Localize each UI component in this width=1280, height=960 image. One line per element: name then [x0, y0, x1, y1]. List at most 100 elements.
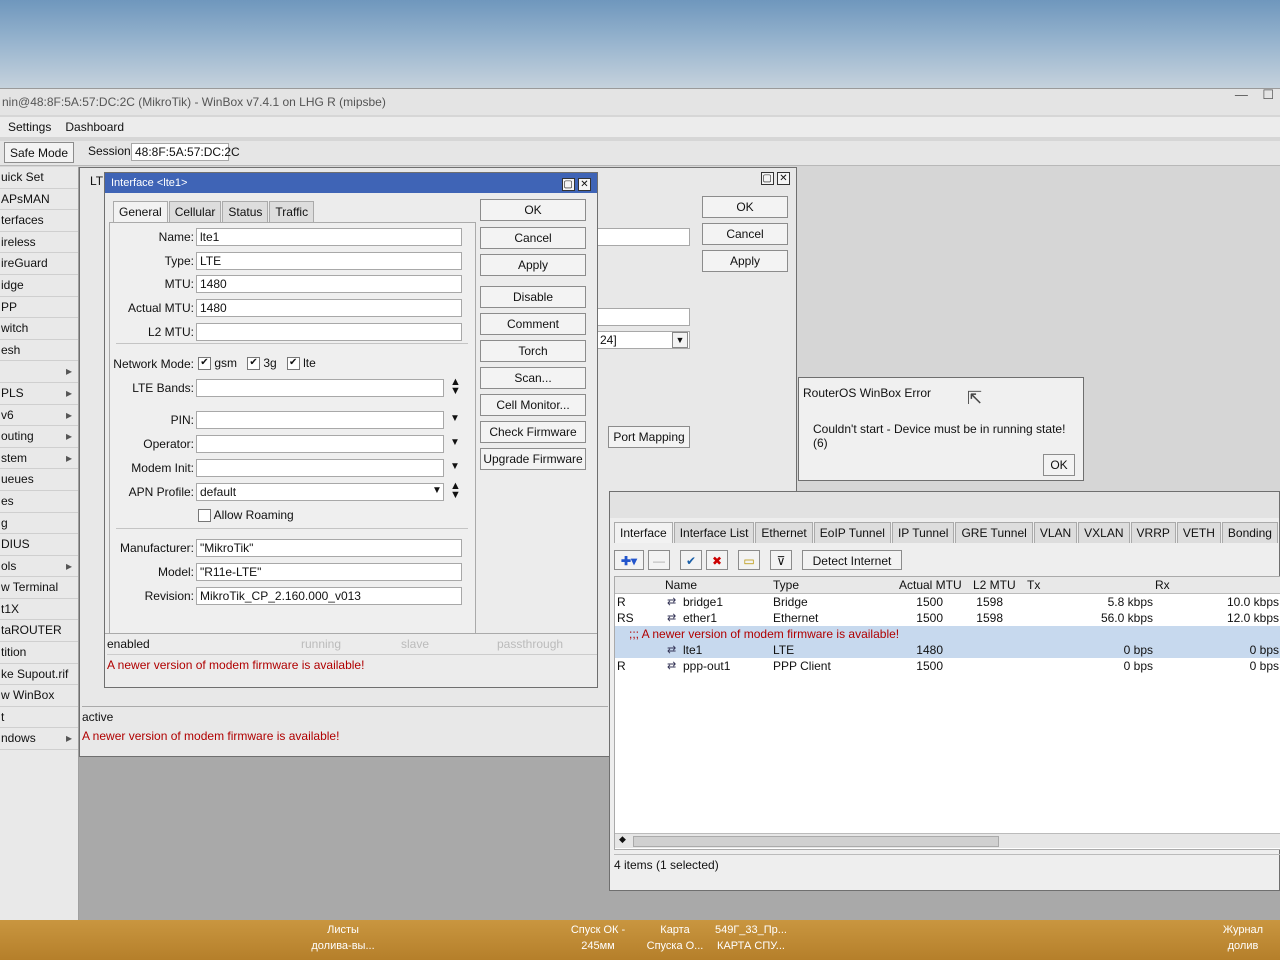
close-icon[interactable]: ✕ [578, 178, 591, 191]
tab-vrrp[interactable]: VRRP [1130, 522, 1176, 543]
menu-dashboard[interactable]: Dashboard [65, 120, 124, 134]
sidebar-item[interactable]: ols ▸ [0, 556, 78, 578]
dropdown-arrow-icon[interactable]: ▼ [450, 437, 460, 448]
sidebar-item[interactable]: taROUTER [0, 620, 78, 643]
sidebar-item[interactable]: ireGuard [0, 253, 78, 275]
sidebar-item[interactable]: ndows ▸ [0, 728, 78, 751]
col-actual-mtu[interactable]: Actual MTU [899, 577, 962, 593]
apn-profile-select[interactable]: default [196, 483, 444, 501]
lte-field-2[interactable] [596, 308, 690, 326]
sidebar-item[interactable]: ireless [0, 232, 78, 254]
table-row[interactable]: Rbridge1 Bridge 1500 1598 5.8 kbps 10.0 kbps ⇄ [615, 594, 1280, 610]
lte-ok-button[interactable]: OK [702, 196, 788, 218]
sidebar-item[interactable]: w Terminal [0, 577, 78, 599]
sidebar-item[interactable]: w WinBox [0, 685, 78, 707]
lte-field-1[interactable] [596, 228, 690, 246]
safe-mode-button[interactable]: Safe Mode [4, 142, 74, 163]
allow-roaming-checkbox[interactable] [198, 509, 211, 523]
sidebar-item[interactable]: idge [0, 275, 78, 297]
tab-ip-tunnel[interactable]: IP Tunnel [891, 522, 955, 543]
lte-cancel-button[interactable]: Cancel [702, 223, 788, 245]
tab-vxlan[interactable]: VXLAN [1078, 522, 1130, 543]
add-icon[interactable]: ✚▾ [614, 550, 644, 570]
remove-icon[interactable]: — [648, 550, 670, 570]
sidebar-item[interactable]: witch [0, 318, 78, 340]
sidebar-item[interactable]: PP [0, 297, 78, 319]
sidebar-item[interactable]: terfaces [0, 210, 78, 232]
updown-icon[interactable]: ▲ ▼ [450, 377, 461, 397]
sidebar-item[interactable]: tition [0, 642, 78, 664]
dialog-torch-button[interactable]: Torch [480, 340, 586, 362]
tab-interface-list[interactable]: Interface List [673, 522, 755, 543]
taskbar-item[interactable]: 549Г_33_Пр... КАРТА СПУ... [708, 922, 794, 954]
sidebar-item[interactable]: ▸ [0, 361, 78, 383]
3g-checkbox[interactable]: ✔ [247, 357, 261, 371]
tab-vlan[interactable]: VLAN [1033, 522, 1078, 543]
name-field[interactable]: lte1 [196, 228, 462, 246]
menu-settings[interactable]: Settings [8, 120, 51, 134]
detect-internet-button[interactable]: Detect Internet [802, 550, 902, 570]
disable-icon[interactable]: ✖ [706, 550, 728, 570]
enable-icon[interactable]: ✔ [680, 550, 702, 570]
tab-eoip-tunnel[interactable]: EoIP Tunnel [813, 522, 891, 543]
sidebar-item[interactable]: ueues [0, 469, 78, 491]
dialog-apply-button[interactable]: Apply [480, 254, 586, 276]
table-row[interactable]: Rppp-out1 PPP Client 1500 0 bps 0 bps ⇄ [615, 658, 1280, 674]
sidebar-item[interactable]: uick Set [0, 167, 78, 189]
dialog-cancel-button[interactable]: Cancel [480, 227, 586, 249]
tab-interface[interactable]: Interface [614, 522, 673, 543]
sidebar-item[interactable]: ke Supout.rif [0, 664, 78, 686]
maximize-icon[interactable]: ▢ [561, 178, 575, 191]
lte-apply-button[interactable]: Apply [702, 250, 788, 272]
sidebar-item[interactable]: PLS ▸ [0, 383, 78, 405]
tab-bonding[interactable]: Bonding [1221, 522, 1278, 543]
dialog-check-firmware-button[interactable]: Check Firmware [480, 421, 586, 443]
filter-icon[interactable]: ⊽ [770, 550, 792, 570]
gsm-checkbox[interactable]: ✔ [198, 357, 211, 371]
dialog-upgrade-firmware-button[interactable]: Upgrade Firmware [480, 448, 586, 470]
taskbar-item[interactable]: Карта Спуска О... [632, 922, 718, 954]
dropdown-arrow-icon[interactable]: ▼ [450, 413, 460, 424]
dialog-scan-button[interactable]: Scan... [480, 367, 586, 389]
taskbar-item[interactable]: Спуск ОК - 245мм [555, 922, 641, 954]
dropdown-arrow-icon[interactable]: ▼ [672, 332, 688, 348]
comment-icon[interactable]: ▭ [738, 550, 760, 570]
sidebar-item[interactable]: esh [0, 340, 78, 362]
sidebar-item[interactable]: stem ▸ [0, 448, 78, 470]
col-name[interactable]: Name [665, 577, 697, 593]
taskbar-item[interactable]: Листы долива-вы... [300, 922, 386, 954]
window-controls[interactable]: — ☐ [1235, 87, 1274, 103]
col-type[interactable]: Type [773, 577, 799, 593]
tab-cellular[interactable]: Cellular [168, 201, 222, 222]
sidebar-item[interactable]: t [0, 707, 78, 729]
table-row[interactable]: lte1 LTE 1480 0 bps 0 bps ⇄ [615, 642, 1280, 658]
tab-traffic[interactable]: Traffic [269, 201, 315, 222]
tab-general[interactable]: General [113, 201, 168, 222]
dialog-disable-button[interactable]: Disable [480, 286, 586, 308]
maximize-icon[interactable]: ▢ [760, 172, 774, 185]
lte-bands-field[interactable] [196, 379, 444, 397]
pin-field[interactable] [196, 411, 444, 429]
col-tx[interactable]: Tx [1027, 577, 1040, 593]
dialog-comment-button[interactable]: Comment [480, 313, 586, 335]
error-ok-button[interactable]: OK [1043, 454, 1075, 476]
operator-field[interactable] [196, 435, 444, 453]
modem-init-field[interactable] [196, 459, 444, 477]
session-field[interactable]: 48:8F:5A:57:DC:2C [131, 143, 240, 161]
table-row[interactable]: RS ether1 Ethernet 1500 1598 56.0 kbps 12.0 kb… [615, 610, 1280, 626]
dropdown-arrow-icon[interactable]: ▼ [450, 461, 460, 472]
sidebar-item[interactable]: outing ▸ [0, 426, 78, 448]
sidebar-item[interactable]: t1X [0, 599, 78, 621]
close-icon[interactable]: ✕ [777, 172, 790, 185]
scroll-thumb[interactable] [633, 836, 999, 847]
port-mapping-button[interactable]: Port Mapping [608, 426, 690, 448]
sidebar-item[interactable]: g [0, 513, 78, 535]
dropdown-arrow-icon[interactable]: ▼ [432, 485, 442, 496]
sidebar-item[interactable]: es [0, 491, 78, 513]
comment-row[interactable]: ;;; A newer version of modem firmware is… [615, 626, 1280, 642]
tab-veth[interactable]: VETH [1176, 522, 1221, 543]
col-l2mtu[interactable]: L2 MTU [973, 577, 1016, 593]
tab-gre-tunnel[interactable]: GRE Tunnel [955, 522, 1033, 543]
sidebar-item[interactable]: DIUS [0, 534, 78, 556]
mtu-field[interactable]: 1480 [196, 275, 462, 293]
